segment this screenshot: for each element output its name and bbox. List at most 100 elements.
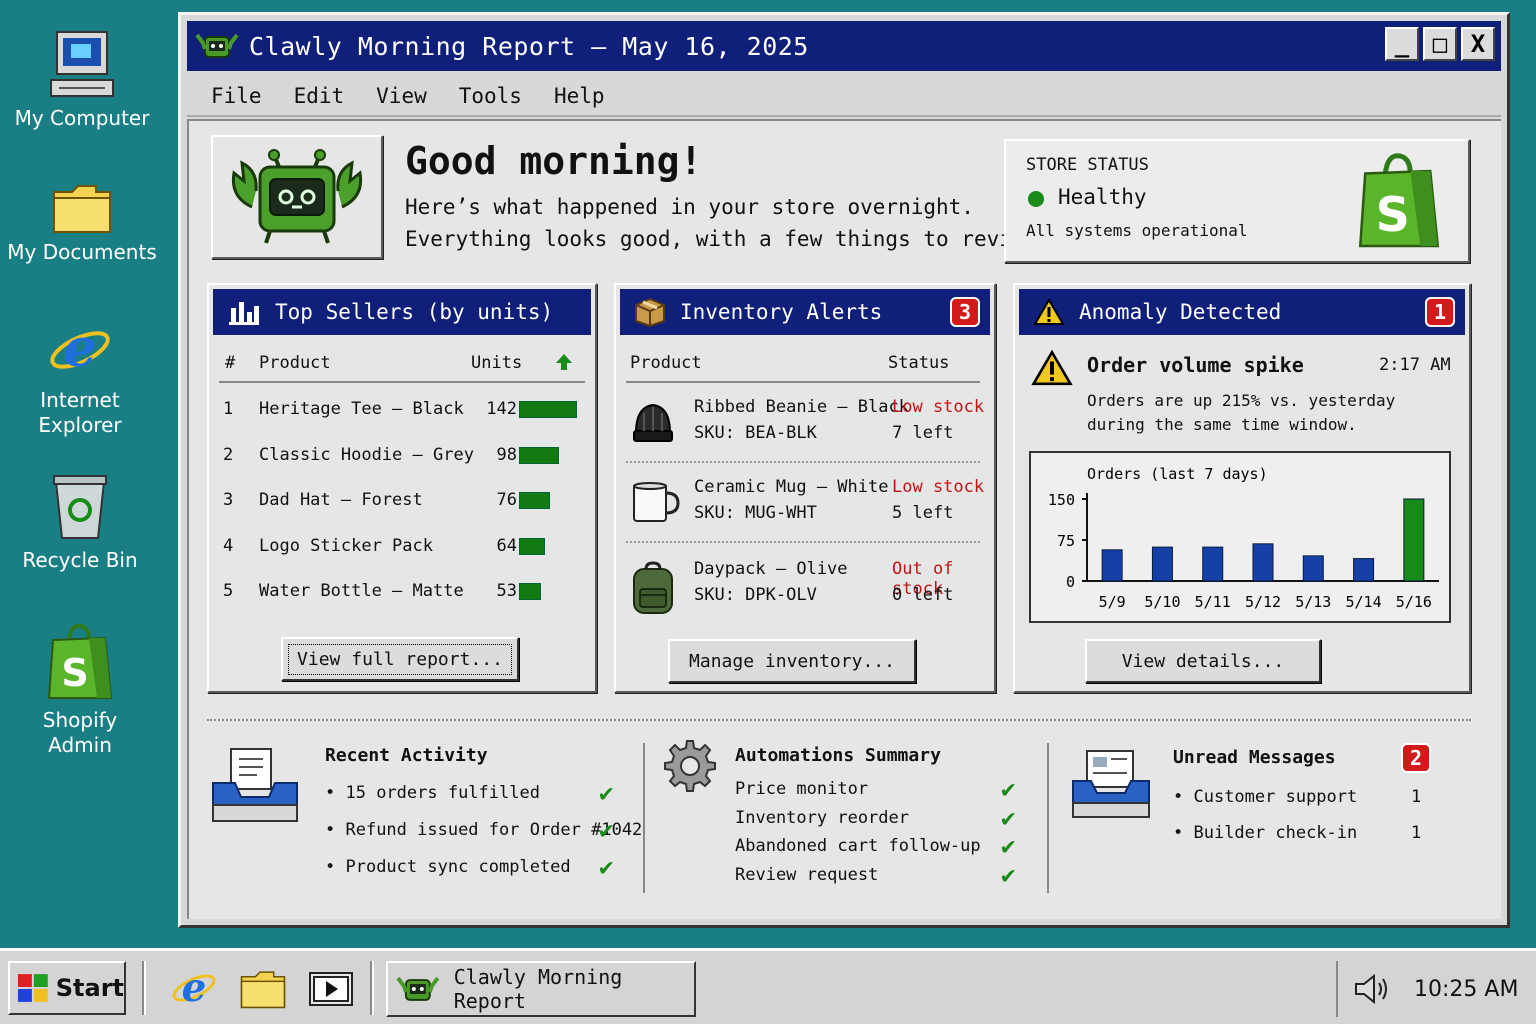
- greeting-line: Everything looks good, with a few things…: [405, 227, 1050, 251]
- taskbar-item-clawly-morning-report[interactable]: Clawly Morning Report: [386, 961, 696, 1017]
- top-seller-row[interactable]: 3 Dad Hat – Forest 76: [223, 490, 583, 514]
- inventory-alerts-header: Inventory Alerts 3: [620, 289, 990, 335]
- store-status-subtext: All systems operational: [1026, 221, 1248, 240]
- anomaly-count-badge: 1: [1425, 297, 1455, 327]
- package-icon: [635, 297, 665, 327]
- button-label: View full report...: [288, 643, 512, 675]
- inventory-alert-count-badge: 3: [950, 297, 980, 327]
- inventory-row[interactable]: Ceramic Mug – White SKU: MUG-WHT Low sto…: [630, 477, 990, 537]
- crab-mascot-icon: [231, 149, 363, 244]
- top-seller-row[interactable]: 2 Classic Hoodie – Grey 98: [223, 445, 583, 469]
- seller-rank: 2: [223, 444, 234, 465]
- x-tick-label: 5/10: [1144, 593, 1180, 611]
- desktop-icon-my-documents[interactable]: My Documents: [2, 182, 162, 265]
- bar-5-11: [1202, 546, 1224, 582]
- message-item[interactable]: • Builder check-in: [1173, 823, 1357, 843]
- check-icon: ✔: [1001, 832, 1016, 860]
- seller-units: 142: [486, 399, 517, 419]
- menu-tools[interactable]: Tools: [447, 84, 534, 108]
- clawly-logo-icon: [396, 976, 440, 1001]
- desktop-icon-label: Admin: [48, 733, 112, 757]
- title-bar[interactable]: Clawly Morning Report – May 16, 2025 _ □…: [187, 21, 1501, 71]
- manage-inventory-button[interactable]: Manage inventory...: [668, 639, 916, 683]
- anomaly-line: during the same time window.: [1087, 415, 1357, 434]
- orders-chart-svg: Orders (last 7 days) 0 75 150 5/9 5/10 5/11 5/1…: [1048, 465, 1439, 611]
- greeting-title: Good morning!: [405, 139, 703, 183]
- sort-up-arrow-icon[interactable]: [555, 353, 573, 371]
- menu-file[interactable]: File: [199, 84, 274, 108]
- recycle-bin-icon: [53, 475, 107, 539]
- start-button[interactable]: Start: [8, 961, 126, 1015]
- inventory-qty-left: 7 left: [892, 423, 954, 443]
- menu-view[interactable]: View: [364, 84, 439, 108]
- inventory-row[interactable]: Ribbed Beanie – Black SKU: BEA-BLK Low s…: [630, 397, 990, 457]
- col-product: Product: [259, 353, 331, 373]
- desktop-icon-label: My Computer: [14, 106, 150, 130]
- warning-icon: [1033, 298, 1065, 325]
- inventory-status: Low stock: [892, 397, 985, 417]
- folder-icon[interactable]: [240, 969, 286, 1009]
- desktop-icon-internet-explorer[interactable]: e Internet Explorer: [0, 318, 160, 438]
- bar-5-12: [1252, 543, 1274, 582]
- bar-5-9: [1101, 549, 1123, 582]
- internet-explorer-icon: e: [50, 318, 110, 379]
- y-tick-label: 0: [1066, 573, 1075, 591]
- svg-text:e: e: [63, 318, 96, 379]
- windows-logo-icon: [17, 974, 48, 1002]
- message-item[interactable]: • Customer support: [1173, 787, 1357, 807]
- view-details-button[interactable]: View details...: [1085, 639, 1321, 683]
- inventory-status: Low stock: [892, 477, 985, 497]
- check-icon: ✔: [599, 816, 614, 844]
- close-button[interactable]: X: [1461, 27, 1495, 61]
- inventory-product-name: Ceramic Mug – White: [694, 477, 889, 497]
- col-product: Product: [630, 353, 702, 373]
- seller-rank: 3: [223, 490, 234, 510]
- minimize-button[interactable]: _: [1385, 27, 1419, 61]
- inventory-alerts-panel: Inventory Alerts 3 Product Status Ribbed…: [614, 283, 996, 693]
- message-count: 1: [1411, 787, 1422, 807]
- system-tray: 10:25 AM: [1336, 961, 1532, 1017]
- unread-messages-title: Unread Messages: [1173, 747, 1336, 768]
- check-icon: ✔: [1001, 803, 1016, 832]
- top-seller-row[interactable]: 5 Water Bottle – Matte 53: [223, 581, 583, 605]
- store-status-value: Healthy: [1058, 185, 1147, 209]
- maximize-button[interactable]: □: [1423, 27, 1457, 61]
- units-bar: [519, 492, 550, 509]
- anomaly-time: 2:17 AM: [1379, 355, 1451, 375]
- svg-text:S: S: [61, 651, 88, 695]
- menu-help[interactable]: Help: [542, 84, 617, 108]
- recent-activity-title: Recent Activity: [325, 745, 488, 766]
- view-full-report-button[interactable]: View full report...: [281, 637, 519, 681]
- taskbar: Start e Clawly Morning Report 10:25 AM: [0, 948, 1536, 1024]
- inventory-row[interactable]: Daypack – Olive SKU: DPK-OLV Out of stoc…: [630, 559, 990, 619]
- col-status: Status: [888, 353, 950, 373]
- beanie-icon: [633, 403, 673, 442]
- activity-text: Refund issued for Order #1042: [345, 820, 643, 840]
- seller-product: Logo Sticker Pack: [259, 535, 433, 556]
- activity-item: • 15 orders fulfilled: [325, 783, 540, 803]
- menu-edit[interactable]: Edit: [282, 84, 357, 108]
- desktop-icon-my-computer[interactable]: My Computer: [2, 30, 162, 131]
- menu-bar: File Edit View Tools Help: [187, 77, 1501, 117]
- volume-icon[interactable]: [1352, 972, 1392, 1006]
- clock[interactable]: 10:25 AM: [1414, 977, 1518, 1002]
- col-units: Units: [471, 353, 523, 373]
- panel-title: Anomaly Detected: [1079, 300, 1282, 324]
- x-tick-label: 5/13: [1295, 593, 1331, 611]
- seller-units: 98: [496, 444, 517, 465]
- activity-item: • Product sync completed: [325, 857, 571, 877]
- x-tick-label: 5/16: [1396, 593, 1432, 611]
- media-player-icon[interactable]: [308, 971, 354, 1007]
- check-icon: ✔: [599, 853, 614, 881]
- warning-icon: [1031, 349, 1073, 386]
- desktop-icon-shopify-admin[interactable]: S Shopify Admin: [0, 622, 160, 758]
- seller-product: Classic Hoodie – Grey: [259, 444, 474, 465]
- internet-explorer-icon[interactable]: e: [170, 965, 218, 1011]
- check-icon: ✔: [1001, 775, 1016, 803]
- anomaly-header: Anomaly Detected 1: [1019, 289, 1465, 335]
- top-sellers-panel: Top Sellers (by units) # Product Units 1…: [207, 283, 597, 693]
- anomaly-panel: Anomaly Detected 1 Order volume spike 2:…: [1013, 283, 1471, 693]
- desktop-icon-recycle-bin[interactable]: Recycle Bin: [0, 472, 160, 573]
- top-seller-row[interactable]: 1 Heritage Tee – Black 142: [223, 399, 583, 423]
- top-seller-row[interactable]: 4 Logo Sticker Pack 64: [223, 536, 583, 560]
